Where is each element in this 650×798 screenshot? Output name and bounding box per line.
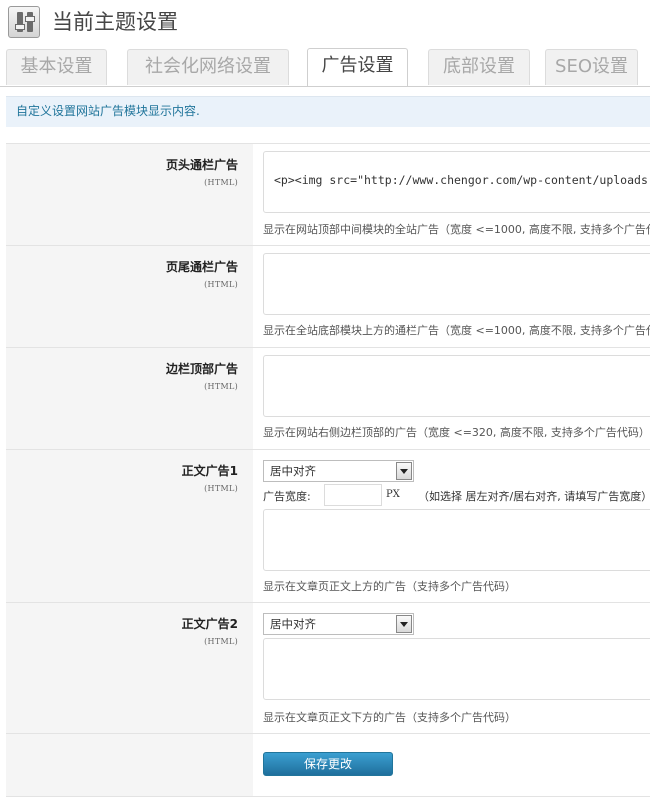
footer-ad-description: 显示在全站底部模块上方的通栏广告（宽度 <=1000, 高度不限, 支持多个广告… <box>263 324 650 337</box>
page-title: 当前主题设置 <box>52 10 178 34</box>
content-ad2-row: 正文广告2 (HTML) 居中对齐 显示在文章页正文下方的广告（支持多个广告代码… <box>6 602 650 734</box>
header-ad-sublabel: (HTML) <box>204 178 238 187</box>
dropdown-arrow-icon[interactable] <box>396 462 412 480</box>
theme-settings-icon <box>8 6 40 38</box>
tab-footer-settings[interactable]: 底部设置 <box>428 49 530 85</box>
content-ad1-row: 正文广告1 (HTML) 居中对齐 广告宽度: PX （如选择 居左对齐/居右对… <box>6 449 650 603</box>
content-ad1-align-value: 居中对齐 <box>270 464 316 478</box>
content-ad2-description: 显示在文章页正文下方的广告（支持多个广告代码） <box>263 711 516 724</box>
content-ad1-sublabel: (HTML) <box>204 484 238 493</box>
footer-ad-label: 页尾通栏广告 <box>165 260 238 274</box>
sidebar-ad-label: 边栏顶部广告 <box>165 362 238 376</box>
sidebar-ad-row: 边栏顶部广告 (HTML) 显示在网站右侧边栏顶部的广告（宽度 <=320, 高… <box>6 347 650 450</box>
header-ad-label: 页头通栏广告 <box>165 158 238 172</box>
content-ad2-align-value: 居中对齐 <box>270 617 316 631</box>
content-ad2-label: 正文广告2 <box>181 617 238 631</box>
content-ad1-width-input[interactable] <box>324 484 382 506</box>
tab-seo-settings[interactable]: SEO设置 <box>545 49 638 85</box>
sidebar-ad-textarea[interactable] <box>263 355 650 417</box>
content-ad1-align-select[interactable]: 居中对齐 <box>263 460 414 482</box>
settings-tabs: 基本设置 社会化网络设置 广告设置 底部设置 SEO设置 <box>0 48 650 87</box>
header-ad-row: 页头通栏广告 (HTML) <p><img src="http://www.ch… <box>6 143 650 246</box>
content-ad2-sublabel: (HTML) <box>204 637 238 646</box>
content-ad1-label: 正文广告1 <box>181 464 238 478</box>
tab-social-network-settings[interactable]: 社会化网络设置 <box>127 49 289 85</box>
header-ad-description: 显示在网站顶部中间模块的全站广告（宽度 <=1000, 高度不限, 支持多个广告… <box>263 223 650 236</box>
sidebar-ad-sublabel: (HTML) <box>204 382 238 391</box>
content-ad1-width-unit: PX <box>386 489 400 500</box>
save-changes-button[interactable]: 保存更改 <box>263 752 393 776</box>
content-ad1-textarea[interactable] <box>263 509 650 571</box>
footer-ad-sublabel: (HTML) <box>204 280 238 289</box>
dropdown-arrow-icon[interactable] <box>396 615 412 633</box>
notice-message: 自定义设置网站广告模块显示内容. <box>6 96 650 127</box>
content-ad1-width-hint: （如选择 居左对齐/居右对齐, 请填写广告宽度） <box>418 490 650 503</box>
header-ad-textarea[interactable]: <p><img src="http://www.chengor.com/wp-c… <box>263 151 650 213</box>
tab-ad-settings[interactable]: 广告设置 <box>307 48 408 86</box>
content-ad2-textarea[interactable] <box>263 638 650 700</box>
save-row: 保存更改 <box>6 733 650 797</box>
content-ad1-description: 显示在文章页正文上方的广告（支持多个广告代码） <box>263 580 516 593</box>
sidebar-ad-description: 显示在网站右侧边栏顶部的广告（宽度 <=320, 高度不限, 支持多个广告代码） <box>263 426 650 439</box>
footer-ad-textarea[interactable] <box>263 253 650 315</box>
content-ad1-width-label: 广告宽度: <box>263 490 311 503</box>
tab-basic-settings[interactable]: 基本设置 <box>6 49 107 85</box>
footer-ad-row: 页尾通栏广告 (HTML) 显示在全站底部模块上方的通栏广告（宽度 <=1000… <box>6 245 650 348</box>
content-ad2-align-select[interactable]: 居中对齐 <box>263 613 414 635</box>
header-ad-code: <p><img src="http://www.chengor.com/wp-c… <box>274 173 648 187</box>
